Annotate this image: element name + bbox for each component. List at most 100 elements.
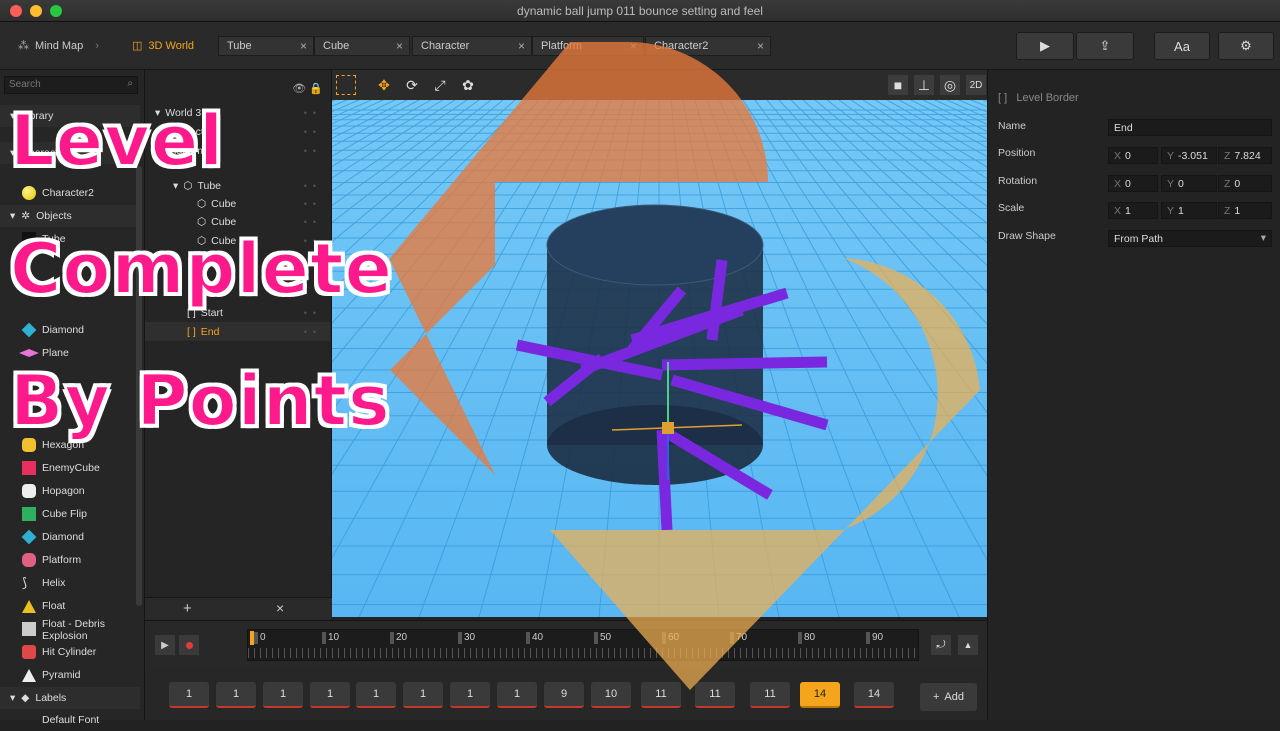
globe-icon[interactable]: ◎ [940, 75, 960, 95]
eye-icon[interactable]: 👁 [292, 83, 306, 95]
rotation-x-field[interactable]: X0 [1108, 175, 1158, 192]
list-item[interactable]: ⟆ Helix [0, 572, 140, 594]
collapse-icon[interactable]: ▲ [958, 635, 978, 655]
draw-shape-select[interactable]: From Path ▾ [1108, 230, 1272, 247]
close-icon[interactable]: × [518, 39, 525, 53]
visibility-dots[interactable]: •• [304, 127, 322, 137]
visibility-dots[interactable]: •• [304, 199, 322, 209]
list-item[interactable]: Default Font [0, 709, 140, 731]
list-item[interactable]: EnemyCube [0, 457, 140, 479]
keyframe-button[interactable]: 1 [263, 682, 303, 708]
keyframe-button[interactable]: 11 [641, 682, 681, 708]
keyframe-button[interactable]: 11 [750, 682, 790, 708]
keyframe-button[interactable]: 1 [356, 682, 396, 708]
settings-button[interactable]: ⚙ [1218, 32, 1274, 60]
visibility-dots[interactable]: •• [304, 108, 322, 118]
3d-viewport[interactable] [332, 100, 987, 617]
play-icon[interactable]: ▶ [155, 635, 175, 655]
list-item[interactable]: Platform [0, 549, 140, 571]
add-icon[interactable]: + [183, 600, 192, 617]
library-objects-header[interactable]: ▾ ✲ Objects [0, 205, 140, 227]
keyframe-button[interactable]: 1 [403, 682, 443, 708]
keyframe-button[interactable]: 1 [169, 682, 209, 708]
visibility-dots[interactable]: •• [304, 327, 322, 337]
axis-icon[interactable]: ⊥ [914, 75, 934, 95]
keyframe-button[interactable]: 10 [591, 682, 631, 708]
breadcrumb-3dworld[interactable]: ◫ 3D World [132, 39, 194, 53]
tree-item[interactable]: Platform •• [145, 141, 330, 160]
scale-x-field[interactable]: X1 [1108, 202, 1158, 219]
visibility-dots[interactable]: •• [304, 236, 322, 246]
tab-platform[interactable]: Platform × [532, 36, 644, 56]
keyframe-button[interactable]: 11 [695, 682, 735, 708]
tree-item[interactable]: ⬡ Cube •• [145, 194, 330, 213]
keyframe-button[interactable]: 1 [216, 682, 256, 708]
close-icon[interactable]: × [396, 39, 403, 53]
visibility-lock-icons[interactable]: 👁 🔒 [292, 82, 323, 95]
rotate-tool-icon[interactable]: ⟳ [402, 75, 422, 95]
library-section-header[interactable]: ▾ Library [0, 105, 140, 127]
delete-icon[interactable]: × [276, 600, 284, 616]
list-item[interactable]: Cube Flip [0, 503, 140, 525]
visibility-dots[interactable]: •• [304, 181, 322, 191]
close-icon[interactable]: × [757, 39, 764, 53]
breadcrumb-mindmap[interactable]: ⁂ Mind Map › [18, 39, 99, 53]
list-item[interactable]: Diamond [0, 526, 140, 548]
scale-y-field[interactable]: Y1 [1161, 202, 1217, 219]
tree-item[interactable]: ⬡ Cube •• [145, 231, 330, 250]
position-x-field[interactable]: X0 [1108, 147, 1158, 164]
tab-character[interactable]: Character × [412, 36, 532, 56]
list-item[interactable]: Float [0, 595, 140, 617]
tree-item[interactable]: ▾ World 3D •• [145, 103, 330, 122]
position-y-field[interactable]: Y -3.051 [1161, 147, 1217, 164]
tab-character2[interactable]: Character2 × [645, 36, 771, 56]
playhead[interactable] [250, 631, 254, 645]
tree-item[interactable]: [ ] Start •• [145, 303, 330, 322]
list-item[interactable]: Hit Cylinder [0, 641, 140, 663]
list-item[interactable]: Hopagon [0, 480, 140, 502]
scale-z-field[interactable]: Z1 [1218, 202, 1272, 219]
library-characters-header[interactable]: ▾ Characters [0, 142, 140, 164]
rotation-y-field[interactable]: Y0 [1161, 175, 1217, 192]
library-labels-header[interactable]: ▾ ◆ Labels [0, 687, 140, 709]
visibility-dots[interactable]: •• [304, 308, 322, 318]
position-z-field[interactable]: Z 7.824 [1218, 147, 1272, 164]
lock-icon[interactable]: 🔒 [309, 83, 323, 95]
search-input[interactable]: Search ⌕ [4, 76, 138, 94]
tree-item[interactable]: Character •• [145, 122, 330, 141]
scale-tool-icon[interactable]: ⤢ [430, 75, 450, 95]
close-icon[interactable]: × [300, 39, 307, 53]
tree-item[interactable]: ▾ ⬡ Tube •• [145, 176, 330, 195]
camera-icon[interactable]: ■ [888, 75, 908, 95]
select-tool-icon[interactable] [336, 75, 356, 95]
list-item[interactable]: Plane [0, 342, 140, 364]
library-scrollbar[interactable] [136, 166, 142, 606]
2d-toggle-icon[interactable]: 2D [966, 75, 986, 95]
shape-tool-icon[interactable]: ✿ [458, 75, 478, 95]
name-field[interactable]: End [1108, 119, 1272, 136]
record-button[interactable] [179, 635, 199, 655]
timeline-ruler[interactable]: 0 10 20 30 40 50 60 70 80 90 [247, 629, 919, 661]
keyframe-button[interactable]: 1 [310, 682, 350, 708]
keyframe-button[interactable]: 1 [497, 682, 537, 708]
tab-cube[interactable]: Cube × [314, 36, 410, 56]
keyframe-button[interactable]: 14 [854, 682, 894, 708]
list-item[interactable]: Tube [0, 228, 140, 250]
visibility-dots[interactable]: •• [304, 146, 322, 156]
list-item[interactable]: Character2 [0, 182, 140, 204]
visibility-dots[interactable]: •• [304, 217, 322, 227]
close-icon[interactable]: × [630, 39, 637, 53]
keyframe-button[interactable]: 1 [450, 682, 490, 708]
loop-icon[interactable]: ⤾ [931, 635, 951, 655]
tree-item[interactable]: ⬡ Cube •• [145, 212, 330, 231]
font-button[interactable]: Aa [1154, 32, 1210, 60]
rotation-z-field[interactable]: Z0 [1218, 175, 1272, 192]
list-item[interactable]: Hexagon [0, 434, 140, 456]
tab-tube[interactable]: Tube × [218, 36, 314, 56]
move-tool-icon[interactable]: ✥ [374, 75, 394, 95]
share-button[interactable]: ⇪ [1076, 32, 1134, 60]
add-button[interactable]: + Add [920, 683, 977, 711]
keyframe-button[interactable]: 9 [544, 682, 584, 708]
list-item[interactable]: Diamond [0, 319, 140, 341]
gizmo-center[interactable] [662, 422, 674, 434]
